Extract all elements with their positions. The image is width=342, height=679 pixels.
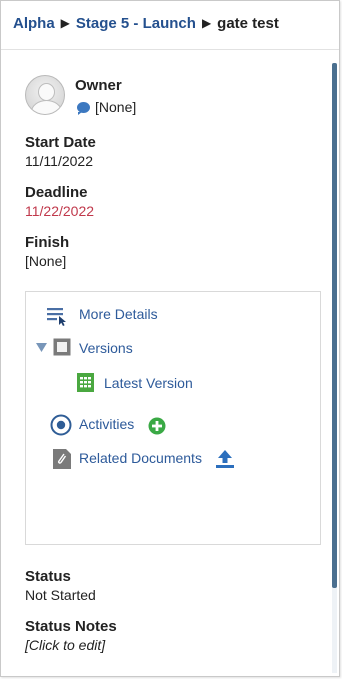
start-date-field: Start Date 11/11/2022 [25, 133, 325, 171]
breadcrumb-stage-link[interactable]: Stage 5 - Launch [76, 15, 196, 32]
task-fields: Owner [None] Start Date 11/11/2022 Deadl… [25, 73, 325, 271]
avatar[interactable] [25, 75, 65, 115]
breadcrumb-separator-icon: ▶ [60, 16, 70, 30]
add-circle-icon[interactable] [148, 417, 166, 435]
chat-bubble-icon[interactable] [77, 98, 90, 115]
status-field: Status Not Started [25, 567, 325, 605]
owner-value[interactable]: [None] [75, 98, 137, 115]
status-notes-label: Status Notes [25, 618, 117, 635]
deadline-value[interactable]: 11/22/2022 [25, 202, 325, 221]
avatar-head [38, 83, 55, 101]
details-list-icon[interactable] [46, 306, 68, 326]
upload-icon[interactable] [215, 449, 235, 469]
paperclip-document-icon [53, 449, 71, 469]
breadcrumb-project-link[interactable]: Alpha [13, 15, 55, 32]
related-documents-link[interactable]: Related Documents [79, 450, 202, 466]
details-pane: Alpha ▶ Stage 5 - Launch ▶ gate test Owner [… [0, 0, 340, 677]
status-notes-value[interactable]: [Click to edit] [25, 636, 325, 655]
owner-value-text: [None] [95, 99, 137, 115]
versions-box-icon [53, 338, 71, 356]
breadcrumb: Alpha ▶ Stage 5 - Launch ▶ gate test [13, 15, 279, 32]
scrollbar-thumb[interactable] [332, 63, 337, 588]
more-details-link[interactable]: More Details [79, 306, 158, 322]
start-date-value[interactable]: 11/11/2022 [25, 152, 325, 171]
latest-version-link[interactable]: Latest Version [104, 375, 193, 391]
spreadsheet-icon [77, 373, 94, 392]
breadcrumb-current: gate test [217, 15, 279, 32]
owner-label: Owner [75, 77, 122, 94]
finish-value[interactable]: [None] [25, 252, 325, 271]
status-section: Status Not Started Status Notes [Click t… [25, 567, 325, 655]
breadcrumb-separator-icon: ▶ [201, 16, 212, 30]
caret-down-icon[interactable] [36, 343, 47, 352]
versions-link[interactable]: Versions [79, 340, 133, 356]
start-date-label: Start Date [25, 134, 96, 151]
avatar-body [31, 100, 62, 114]
activities-link[interactable]: Activities [79, 416, 134, 432]
owner-section: Owner [None] [25, 73, 325, 121]
finish-field: Finish [None] [25, 233, 325, 271]
header-divider [1, 49, 339, 50]
status-notes-field: Status Notes [Click to edit] [25, 617, 325, 655]
deadline-label: Deadline [25, 184, 88, 201]
radio-activity-icon[interactable] [50, 414, 72, 436]
status-value[interactable]: Not Started [25, 586, 325, 605]
finish-label: Finish [25, 234, 70, 251]
status-label: Status [25, 568, 71, 585]
related-items-panel: More Details Versions Latest Version Act… [25, 291, 321, 545]
deadline-field: Deadline 11/22/2022 [25, 183, 325, 221]
